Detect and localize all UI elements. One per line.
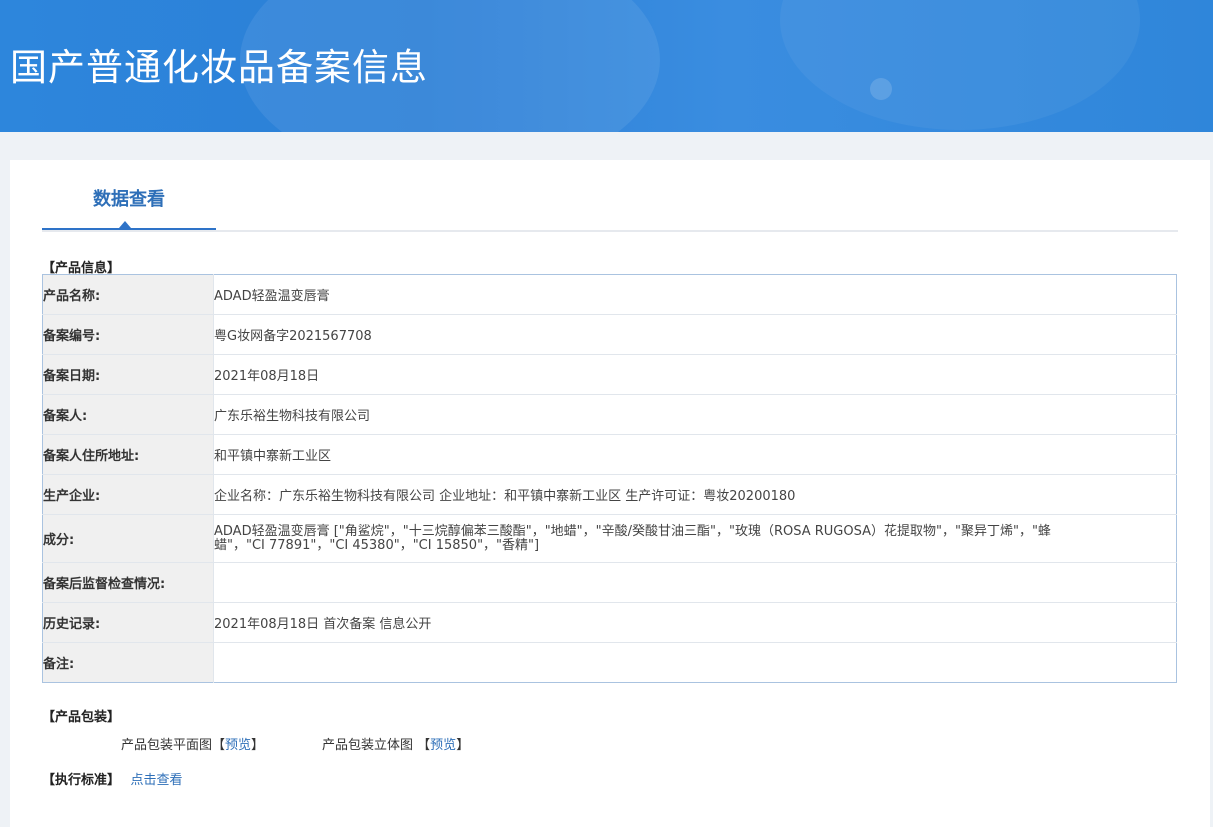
info-row: 备案日期: 2021年08月18日 [42, 354, 1177, 395]
info-row: 历史记录: 2021年08月18日 首次备案 信息公开 [42, 602, 1177, 643]
info-row-label: 备案后监督检查情况: [42, 562, 214, 603]
bracket: 】 [456, 738, 470, 753]
banner-decoration [780, 0, 1140, 130]
info-row-label: 备案人: [42, 394, 214, 435]
bracket: 【 [417, 738, 431, 753]
info-row-value: 2021年08月18日 首次备案 信息公开 [213, 602, 1177, 643]
tab-active-indicator [119, 221, 131, 228]
info-row: 成分: ADAD轻盈温变唇膏 ["角鲨烷"，"十三烷醇偏苯三酸酯"，"地蜡"，"辛… [42, 514, 1177, 563]
info-row-label: 备注: [42, 642, 214, 683]
section-standard-label: 【执行标准】 [42, 773, 121, 788]
packaging-solid-preview-link[interactable]: 预览 [430, 738, 456, 753]
product-info-table: 产品名称: ADAD轻盈温变唇膏 备案编号: 粤G妆网备字2021567708 备案日期… [42, 274, 1177, 683]
info-row-label: 备案编号: [42, 314, 214, 355]
tab-label: 数据查看 [93, 189, 165, 210]
section-standard-title: 【执行标准】 点击查看 [42, 769, 183, 788]
packaging-flat-preview-link[interactable]: 预览 [225, 738, 251, 753]
info-row-label: 备案人住所地址: [42, 434, 214, 475]
packaging-flat: 产品包装平面图【预览】 [121, 734, 264, 753]
packaging-flat-label: 产品包装平面图 [121, 738, 213, 753]
info-row-value: 广东乐裕生物科技有限公司 [213, 394, 1177, 435]
standard-view-link[interactable]: 点击查看 [131, 773, 183, 788]
info-row-value: 和平镇中寨新工业区 [213, 434, 1177, 475]
info-row-label: 产品名称: [42, 274, 214, 315]
header-banner: 国产普通化妆品备案信息 [0, 0, 1213, 132]
info-row-value [214, 643, 1177, 683]
page-title: 国产普通化妆品备案信息 [10, 46, 428, 89]
info-row: 备注: [42, 642, 1177, 683]
info-row: 备案人住所地址: 和平镇中寨新工业区 [42, 434, 1177, 475]
info-row-label: 生产企业: [42, 474, 214, 515]
info-row: 备案人: 广东乐裕生物科技有限公司 [42, 394, 1177, 435]
info-row-label: 成分: [42, 514, 214, 563]
info-row-value: ADAD轻盈温变唇膏 [213, 274, 1177, 315]
info-row-value: ADAD轻盈温变唇膏 ["角鲨烷"，"十三烷醇偏苯三酸酯"，"地蜡"，"辛酸/癸… [213, 514, 1177, 563]
info-row: 备案编号: 粤G妆网备字2021567708 [42, 314, 1177, 355]
info-row-value: 企业名称：广东乐裕生物科技有限公司 企业地址：和平镇中寨新工业区 生产许可证：粤… [213, 474, 1177, 515]
tab-data-view[interactable]: 数据查看 [42, 160, 216, 230]
info-row-value [213, 562, 1177, 603]
info-row-label: 备案日期: [42, 354, 214, 395]
info-row-value: 粤G妆网备字2021567708 [213, 314, 1177, 355]
info-row: 生产企业: 企业名称：广东乐裕生物科技有限公司 企业地址：和平镇中寨新工业区 生产… [42, 474, 1177, 515]
bracket: 】 [251, 738, 265, 753]
bracket: 【 [212, 738, 226, 753]
info-row: 备案后监督检查情况: [42, 562, 1177, 603]
info-row-value: 2021年08月18日 [213, 354, 1177, 395]
tab-bar: 数据查看 [42, 160, 1178, 232]
packaging-solid: 产品包装立体图 【预览】 [322, 734, 469, 753]
section-packaging-title: 【产品包装】 [42, 710, 121, 725]
info-row: 产品名称: ADAD轻盈温变唇膏 [42, 274, 1177, 315]
packaging-solid-label: 产品包装立体图 [322, 738, 414, 753]
content-card: 数据查看 【产品信息】 产品名称: ADAD轻盈温变唇膏 备案编号: 粤G妆网备字20… [10, 160, 1210, 827]
banner-decoration [870, 78, 892, 100]
info-row-label: 历史记录: [42, 602, 214, 643]
